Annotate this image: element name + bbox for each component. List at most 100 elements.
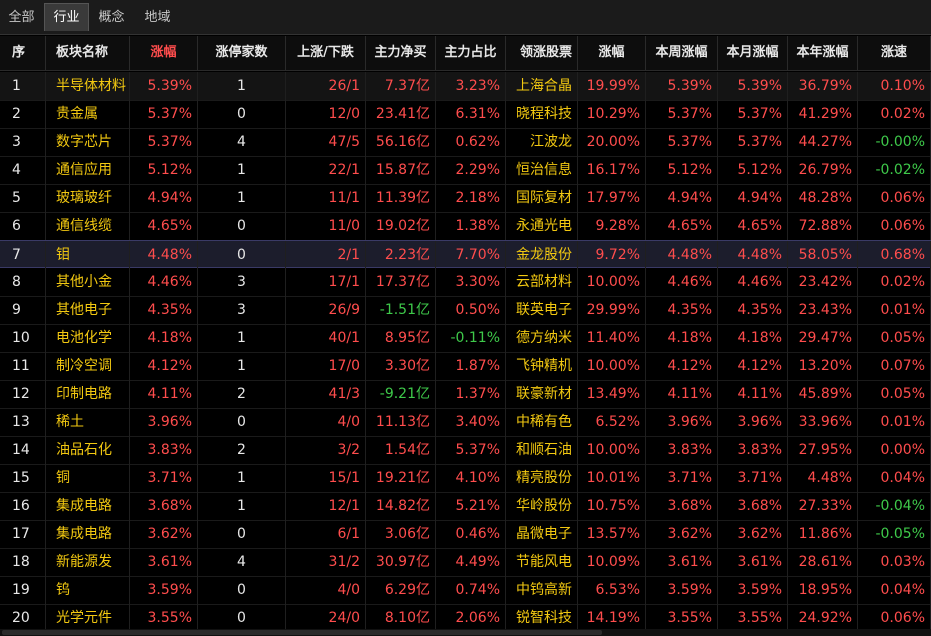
cell-sector-name[interactable]: 新能源发 bbox=[46, 548, 130, 576]
table-row[interactable]: 3 数字芯片 5.37% 4 47/5 56.16亿 0.62% 江波龙 20.00% 5.37%… bbox=[0, 128, 931, 157]
tab-industry[interactable]: 行业 bbox=[44, 3, 89, 31]
cell-sector-name[interactable]: 贵金属 bbox=[46, 100, 130, 128]
cell-leading-stock[interactable]: 江波龙 bbox=[506, 128, 578, 156]
table-row[interactable]: 5 玻璃玻纤 4.94% 1 11/1 11.39亿 2.18% 国际复材 17.97% 4.94… bbox=[0, 184, 931, 213]
cell-speed: 0.01% bbox=[858, 408, 931, 436]
table-row[interactable]: 12 印制电路 4.11% 2 41/3 -9.21亿 1.37% 联豪新材 13.49% 4.1… bbox=[0, 380, 931, 409]
table-row[interactable]: 17 集成电路 3.62% 0 6/1 3.06亿 0.46% 晶微电子 13.57% 3.62%… bbox=[0, 520, 931, 549]
cell-leading-stock[interactable]: 国际复材 bbox=[506, 184, 578, 212]
cell-sector-name[interactable]: 数字芯片 bbox=[46, 128, 130, 156]
cell-lead-change: 10.00% bbox=[578, 352, 646, 380]
cell-advance-decline: 41/3 bbox=[286, 380, 366, 408]
cell-month-change: 4.48% bbox=[718, 241, 788, 269]
cell-sector-name[interactable]: 其他小金 bbox=[46, 268, 130, 296]
cell-sector-name[interactable]: 电池化学 bbox=[46, 324, 130, 352]
cell-speed: 0.04% bbox=[858, 576, 931, 604]
col-header-main-ratio[interactable]: 主力占比 bbox=[436, 36, 506, 70]
table-row[interactable]: 14 油品石化 3.83% 2 3/2 1.54亿 5.37% 和顺石油 10.00% 3.83%… bbox=[0, 436, 931, 465]
cell-sector-name[interactable]: 通信线缆 bbox=[46, 212, 130, 240]
table-row[interactable]: 11 制冷空调 4.12% 1 17/0 3.30亿 1.87% 飞钟精机 10.00% 4.12… bbox=[0, 352, 931, 381]
table-row[interactable]: 9 其他电子 4.35% 3 26/9 -1.51亿 0.50% 联英电子 29.99% 4.35… bbox=[0, 296, 931, 325]
table-row[interactable]: 6 通信线缆 4.65% 0 11/0 19.02亿 1.38% 永通光电 9.28% 4.65%… bbox=[0, 212, 931, 241]
table-row[interactable]: 15 铜 3.71% 1 15/1 19.21亿 4.10% 精亮股份 10.01% 3.71% 3… bbox=[0, 464, 931, 493]
cell-sector-name[interactable]: 其他电子 bbox=[46, 296, 130, 324]
table-row[interactable]: 7 钼 4.48% 0 2/1 2.23亿 7.70% 金龙股份 9.72% 4.48% 4.48%… bbox=[0, 240, 931, 269]
cell-week-change: 4.94% bbox=[646, 184, 718, 212]
cell-advance-decline: 31/2 bbox=[286, 548, 366, 576]
cell-leading-stock[interactable]: 中钨高新 bbox=[506, 576, 578, 604]
cell-change-pct: 5.12% bbox=[130, 156, 198, 184]
table-row[interactable]: 16 集成电路 3.68% 1 12/1 14.82亿 5.21% 华岭股份 10.75% 3.6… bbox=[0, 492, 931, 521]
cell-limit-up-count: 1 bbox=[198, 324, 286, 352]
cell-sector-name[interactable]: 集成电路 bbox=[46, 520, 130, 548]
table-row[interactable]: 2 贵金属 5.37% 0 12/0 23.41亿 6.31% 晓程科技 10.29% 5.37%… bbox=[0, 100, 931, 129]
cell-week-change: 4.65% bbox=[646, 212, 718, 240]
cell-sector-name[interactable]: 玻璃玻纤 bbox=[46, 184, 130, 212]
cell-leading-stock[interactable]: 金龙股份 bbox=[506, 241, 578, 269]
cell-leading-stock[interactable]: 华岭股份 bbox=[506, 492, 578, 520]
cell-leading-stock[interactable]: 德方纳米 bbox=[506, 324, 578, 352]
cell-sector-name[interactable]: 集成电路 bbox=[46, 492, 130, 520]
horizontal-scrollbar[interactable] bbox=[0, 629, 931, 636]
cell-leading-stock[interactable]: 联英电子 bbox=[506, 296, 578, 324]
cell-leading-stock[interactable]: 锐智科技 bbox=[506, 604, 578, 632]
cell-week-change: 4.12% bbox=[646, 352, 718, 380]
cell-leading-stock[interactable]: 上海合晶 bbox=[506, 72, 578, 100]
cell-leading-stock[interactable]: 联豪新材 bbox=[506, 380, 578, 408]
table-row[interactable]: 4 通信应用 5.12% 1 22/1 15.87亿 2.29% 恒治信息 16.17% 5.12… bbox=[0, 156, 931, 185]
cell-leading-stock[interactable]: 晓程科技 bbox=[506, 100, 578, 128]
col-header-main-net-buy[interactable]: 主力净买 bbox=[366, 36, 436, 70]
col-header-advance-decline[interactable]: 上涨/下跌 bbox=[286, 36, 366, 70]
cell-sector-name[interactable]: 印制电路 bbox=[46, 380, 130, 408]
cell-leading-stock[interactable]: 飞钟精机 bbox=[506, 352, 578, 380]
col-header-year-change[interactable]: 本年涨幅 bbox=[788, 36, 858, 70]
col-header-limit-up-count[interactable]: 涨停家数 bbox=[198, 36, 286, 70]
cell-sector-name[interactable]: 钨 bbox=[46, 576, 130, 604]
col-header-sector-name[interactable]: 板块名称 bbox=[46, 36, 130, 70]
cell-sector-name[interactable]: 钼 bbox=[46, 241, 130, 269]
col-header-month-change[interactable]: 本月涨幅 bbox=[718, 36, 788, 70]
tab-region[interactable]: 地域 bbox=[135, 4, 180, 31]
cell-index: 7 bbox=[0, 241, 46, 269]
cell-advance-decline: 12/1 bbox=[286, 492, 366, 520]
cell-leading-stock[interactable]: 恒治信息 bbox=[506, 156, 578, 184]
cell-leading-stock[interactable]: 和顺石油 bbox=[506, 436, 578, 464]
tab-concept[interactable]: 概念 bbox=[89, 4, 134, 31]
cell-sector-name[interactable]: 半导体材料 bbox=[46, 72, 130, 100]
table-row[interactable]: 1 半导体材料 5.39% 1 26/1 7.37亿 3.23% 上海合晶 19.99% 5.39… bbox=[0, 72, 931, 101]
table-row[interactable]: 18 新能源发 3.61% 4 31/2 30.97亿 4.49% 节能风电 10.09% 3.6… bbox=[0, 548, 931, 577]
cell-sector-name[interactable]: 铜 bbox=[46, 464, 130, 492]
cell-leading-stock[interactable]: 晶微电子 bbox=[506, 520, 578, 548]
col-header-index[interactable]: 序 bbox=[0, 36, 46, 70]
cell-leading-stock[interactable]: 节能风电 bbox=[506, 548, 578, 576]
cell-sector-name[interactable]: 油品石化 bbox=[46, 436, 130, 464]
cell-year-change: 33.96% bbox=[788, 408, 858, 436]
cell-lead-change: 14.19% bbox=[578, 604, 646, 632]
cell-main-net-buy: 19.21亿 bbox=[366, 464, 436, 492]
table-row[interactable]: 10 电池化学 4.18% 1 40/1 8.95亿 -0.11% 德方纳米 11.40% 4.1… bbox=[0, 324, 931, 353]
scrollbar-thumb[interactable] bbox=[2, 630, 602, 635]
cell-limit-up-count: 0 bbox=[198, 100, 286, 128]
cell-limit-up-count: 3 bbox=[198, 296, 286, 324]
col-header-change-pct[interactable]: 涨幅 bbox=[130, 36, 198, 70]
cell-leading-stock[interactable]: 中稀有色 bbox=[506, 408, 578, 436]
col-header-week-change[interactable]: 本周涨幅 bbox=[646, 36, 718, 70]
cell-change-pct: 3.68% bbox=[130, 492, 198, 520]
cell-leading-stock[interactable]: 云部材料 bbox=[506, 268, 578, 296]
cell-index: 20 bbox=[0, 604, 46, 632]
cell-sector-name[interactable]: 稀土 bbox=[46, 408, 130, 436]
cell-sector-name[interactable]: 制冷空调 bbox=[46, 352, 130, 380]
cell-sector-name[interactable]: 光学元件 bbox=[46, 604, 130, 632]
table-row[interactable]: 19 钨 3.59% 0 4/0 6.29亿 0.74% 中钨高新 6.53% 3.59% 3.59… bbox=[0, 576, 931, 605]
col-header-leading-stock[interactable]: 领涨股票 bbox=[506, 36, 578, 70]
table-row[interactable]: 13 稀土 3.96% 0 4/0 11.13亿 3.40% 中稀有色 6.52% 3.96% 3.… bbox=[0, 408, 931, 437]
table-row[interactable]: 8 其他小金 4.46% 3 17/1 17.37亿 3.30% 云部材料 10.00% 4.46… bbox=[0, 268, 931, 297]
cell-sector-name[interactable]: 通信应用 bbox=[46, 156, 130, 184]
cell-change-pct: 4.18% bbox=[130, 324, 198, 352]
col-header-speed[interactable]: 涨速 bbox=[858, 36, 931, 70]
cell-leading-stock[interactable]: 精亮股份 bbox=[506, 464, 578, 492]
cell-leading-stock[interactable]: 永通光电 bbox=[506, 212, 578, 240]
cell-change-pct: 3.61% bbox=[130, 548, 198, 576]
col-header-lead-change[interactable]: 涨幅 bbox=[578, 36, 646, 70]
tab-all[interactable]: 全部 bbox=[0, 4, 43, 31]
